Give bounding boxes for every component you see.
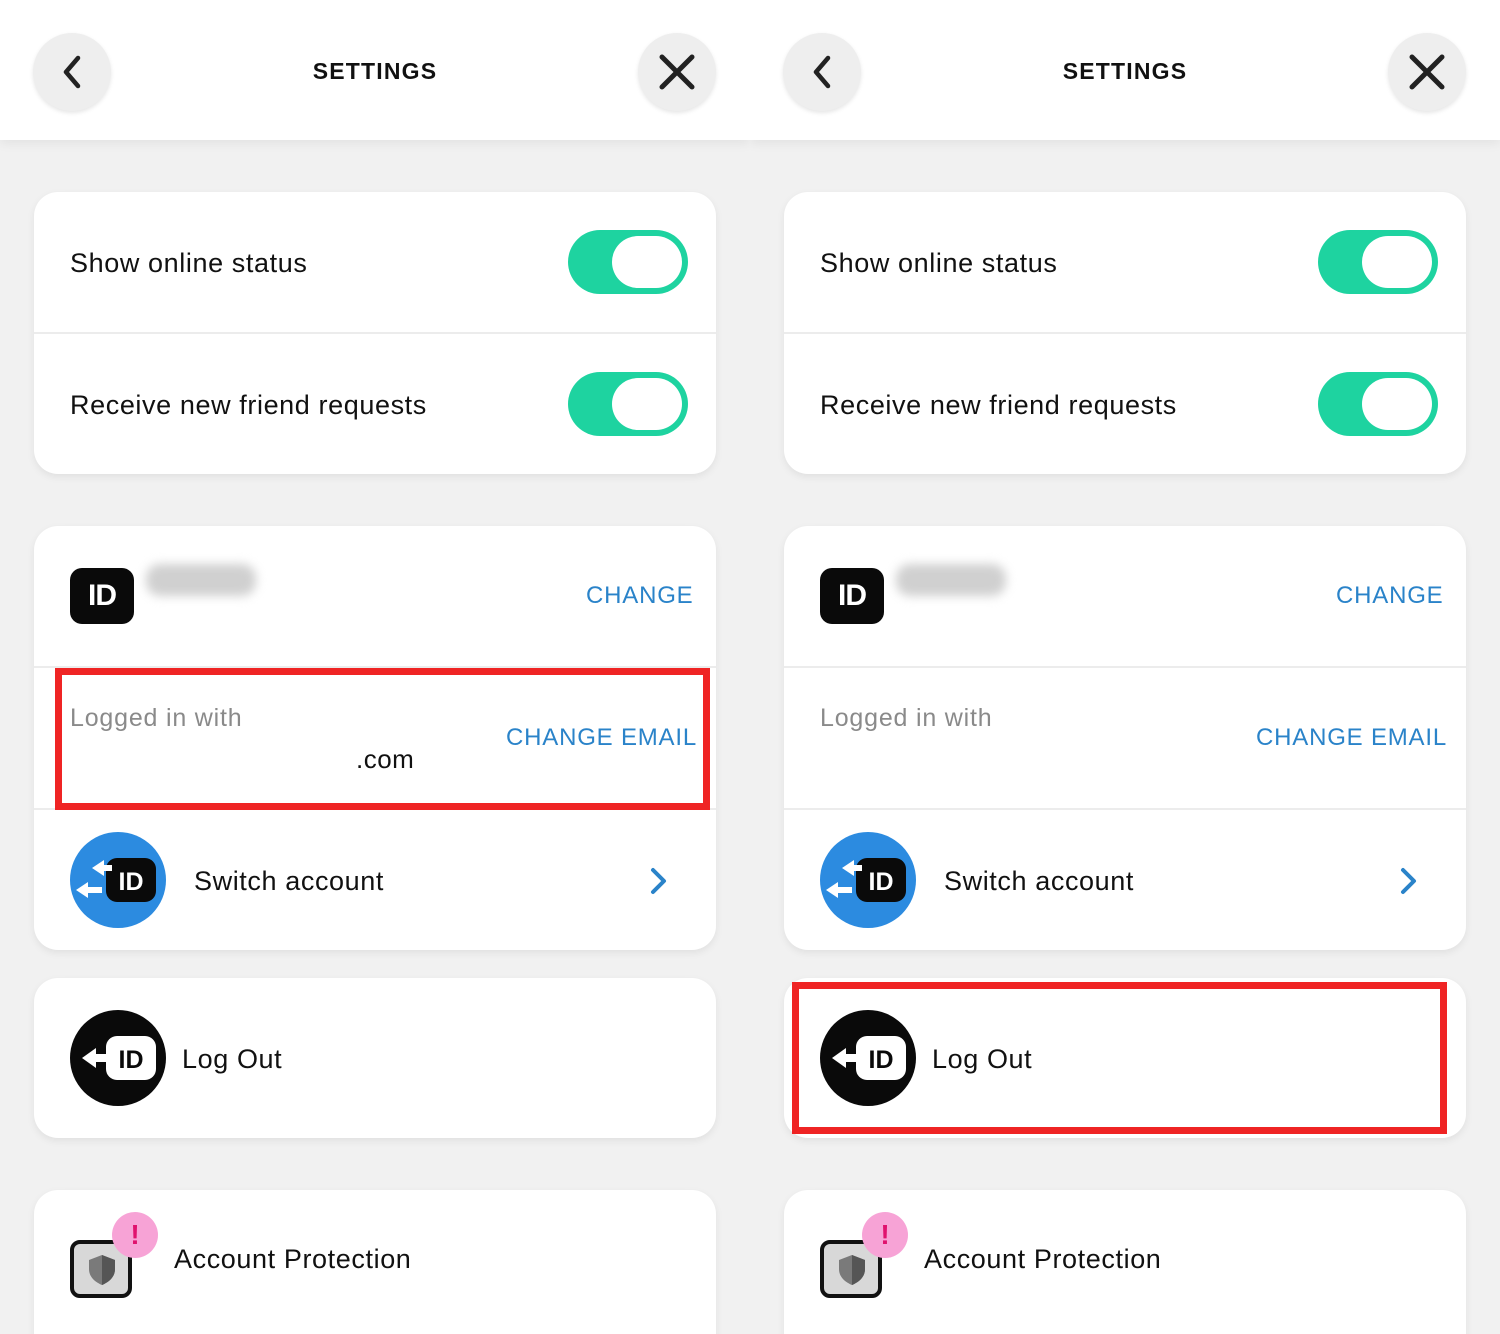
chevron-right-icon (1401, 868, 1416, 894)
header: SETTINGS (750, 0, 1500, 140)
switch-account-label: Switch account (194, 866, 384, 896)
close-button[interactable] (1388, 33, 1466, 111)
account-id-row: ID CHANGE (784, 526, 1466, 666)
toggle-knob (1362, 236, 1432, 288)
id-logo: ID (820, 568, 884, 624)
privacy-card: Show online status Receive new friend re… (34, 192, 716, 474)
change-name-button[interactable]: CHANGE (586, 582, 693, 610)
toggle-row-friend-requests: Receive new friend requests (784, 334, 1466, 474)
switch-account-row[interactable]: ID Switch account (784, 810, 1466, 950)
account-protection-card[interactable]: ! Account Protection (784, 1190, 1466, 1334)
settings-panel-left: SETTINGS Show online status Receive new … (0, 0, 750, 1334)
svg-text:ID: ID (119, 1046, 144, 1074)
online-status-label: Show online status (820, 248, 1058, 278)
svg-text:ID: ID (119, 868, 144, 896)
toggle-knob (612, 236, 682, 288)
chevron-right-icon (651, 868, 666, 894)
privacy-card: Show online status Receive new friend re… (784, 192, 1466, 474)
online-status-toggle[interactable] (568, 230, 688, 294)
svg-text:ID: ID (869, 868, 894, 896)
header: SETTINGS (0, 0, 750, 140)
switch-account-row[interactable]: ID Switch account (34, 810, 716, 950)
logout-card[interactable]: ID Log Out (34, 978, 716, 1138)
logout-icon: ID (70, 1010, 166, 1106)
toggle-knob (612, 378, 682, 430)
close-button[interactable] (638, 33, 716, 111)
alert-badge: ! (112, 1212, 158, 1258)
account-id-row: ID CHANGE (34, 526, 716, 666)
logged-in-label: Logged in with (820, 704, 993, 732)
friend-requests-toggle[interactable] (568, 372, 688, 436)
friend-requests-label: Receive new friend requests (70, 390, 427, 420)
account-protection-card[interactable]: ! Account Protection (34, 1190, 716, 1334)
online-status-toggle[interactable] (1318, 230, 1438, 294)
settings-panel-right: SETTINGS Show online status Receive new … (750, 0, 1500, 1334)
online-status-label: Show online status (70, 248, 308, 278)
toggle-row-online-status: Show online status (784, 192, 1466, 332)
toggle-row-online-status: Show online status (34, 192, 716, 332)
logged-in-row: Logged in with CHANGE EMAIL (784, 668, 1466, 808)
account-protection-label: Account Protection (174, 1244, 412, 1274)
blurred-display-name (896, 564, 1006, 596)
logout-label: Log Out (182, 1044, 283, 1074)
close-icon (659, 54, 695, 90)
account-protection-label: Account Protection (924, 1244, 1162, 1274)
friend-requests-toggle[interactable] (1318, 372, 1438, 436)
highlight-box-email (55, 668, 710, 810)
account-card: ID CHANGE Logged in with CHANGE EMAIL ID (784, 526, 1466, 950)
switch-account-icon: ID (70, 832, 166, 928)
switch-account-icon: ID (820, 832, 916, 928)
change-name-button[interactable]: CHANGE (1336, 582, 1443, 610)
alert-badge: ! (862, 1212, 908, 1258)
switch-account-label: Switch account (944, 866, 1134, 896)
friend-requests-label: Receive new friend requests (820, 390, 1177, 420)
blurred-display-name (146, 564, 256, 596)
toggle-row-friend-requests: Receive new friend requests (34, 334, 716, 474)
toggle-knob (1362, 378, 1432, 430)
id-logo: ID (70, 568, 134, 624)
close-icon (1409, 54, 1445, 90)
change-email-button[interactable]: CHANGE EMAIL (1256, 724, 1447, 752)
highlight-box-logout (792, 982, 1447, 1134)
